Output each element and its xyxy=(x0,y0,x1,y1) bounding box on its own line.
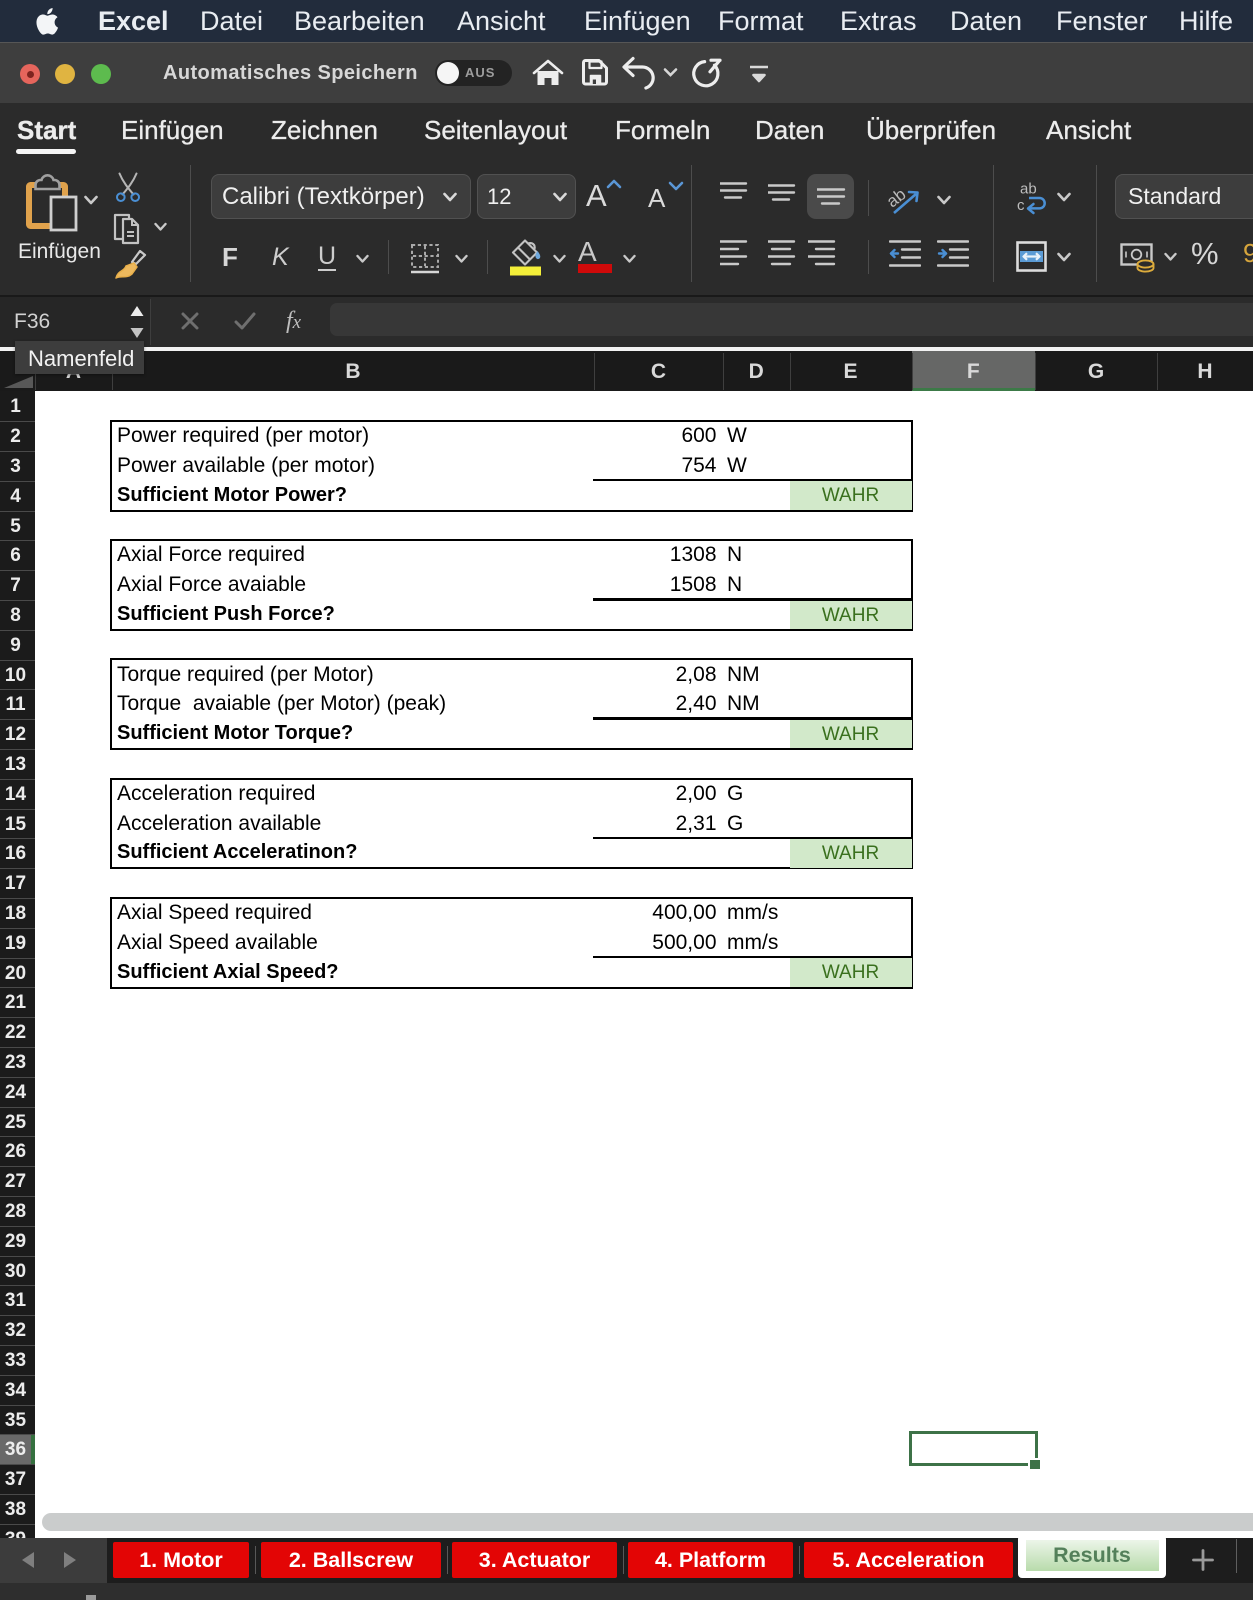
svg-text:ab: ab xyxy=(1020,181,1037,198)
svg-text:c: c xyxy=(1017,197,1025,214)
